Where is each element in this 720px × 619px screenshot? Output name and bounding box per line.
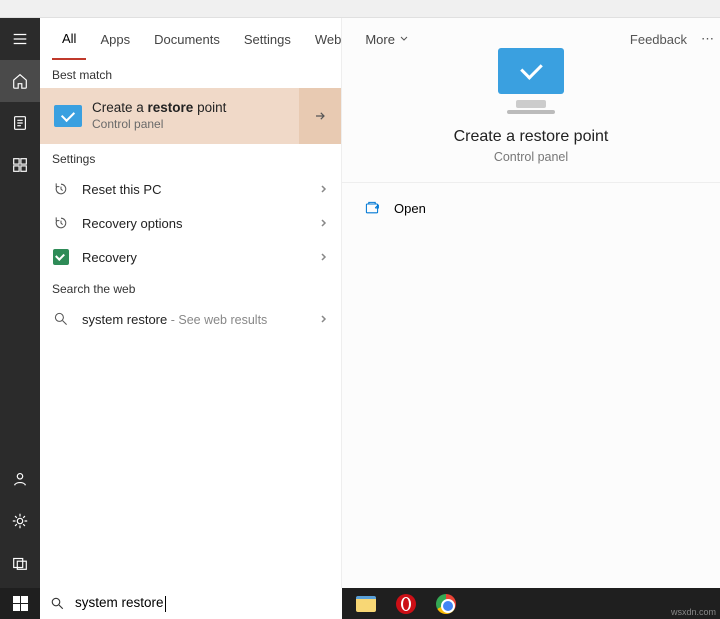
best-match-title: Create a restore point [92, 99, 299, 117]
preview-title: Create a restore point [362, 128, 700, 146]
settings-reset-pc[interactable]: Reset this PC [40, 172, 341, 206]
preview-column: Create a restore point Control panel Ope… [342, 18, 720, 588]
search-icon [50, 596, 65, 611]
opera-icon[interactable] [386, 588, 426, 619]
tab-documents[interactable]: Documents [144, 18, 230, 60]
chevron-right-icon [319, 216, 329, 231]
taskbar-search[interactable]: system restore [40, 588, 342, 619]
history-icon [52, 180, 70, 198]
best-match-result[interactable]: Create a restore point Control panel [40, 88, 341, 144]
section-search-web: Search the web [40, 274, 341, 302]
settings-recovery[interactable]: Recovery [40, 240, 341, 274]
web-search-result[interactable]: system restore - See web results [40, 302, 341, 336]
action-label: Open [394, 201, 426, 216]
rail-settings[interactable] [0, 500, 40, 542]
section-settings: Settings [40, 144, 341, 172]
filter-tabs: All Apps Documents Settings Web More Fee… [40, 18, 720, 60]
best-match-text: Create a restore point Control panel [92, 99, 299, 132]
more-options[interactable]: ⋯ [695, 31, 720, 47]
search-panel: All Apps Documents Settings Web More Fee… [40, 18, 720, 588]
monitor-base [507, 110, 555, 114]
settings-recovery-options[interactable]: Recovery options [40, 206, 341, 240]
web-result-label: system restore - See web results [82, 312, 307, 327]
best-match-subtitle: Control panel [92, 117, 299, 133]
search-input-text: system restore [75, 595, 332, 611]
chevron-right-icon [319, 312, 329, 327]
expand-arrow[interactable] [299, 88, 341, 144]
results-column: All Apps Documents Settings Web More Fee… [40, 18, 342, 588]
recovery-icon [52, 248, 70, 266]
chevron-right-icon [319, 250, 329, 265]
windows-logo-icon [13, 596, 28, 611]
action-open[interactable]: Open [342, 189, 720, 227]
preview-actions: Open [342, 183, 720, 233]
list-item-label: Recovery [82, 250, 307, 265]
text-cursor [165, 596, 166, 612]
hamburger-menu[interactable] [0, 18, 40, 60]
restore-point-icon [54, 105, 82, 127]
chrome-icon[interactable] [426, 588, 466, 619]
chevron-right-icon [319, 182, 329, 197]
list-item-label: Recovery options [82, 216, 307, 231]
tab-apps[interactable]: Apps [90, 18, 140, 60]
browser-fragment [0, 0, 720, 18]
search-icon [52, 310, 70, 328]
rail-power[interactable] [0, 542, 40, 584]
list-item-label: Reset this PC [82, 182, 307, 197]
rail-home[interactable] [0, 60, 40, 102]
open-icon [364, 200, 380, 216]
rail-recent[interactable] [0, 102, 40, 144]
taskbar: system restore [0, 588, 720, 619]
section-best-match: Best match [40, 60, 341, 88]
history-icon [52, 214, 70, 232]
tab-settings[interactable]: Settings [234, 18, 301, 60]
rail-apps[interactable] [0, 144, 40, 186]
chevron-down-icon [399, 34, 409, 44]
file-explorer-icon[interactable] [346, 588, 386, 619]
tab-all[interactable]: All [52, 18, 86, 60]
arrow-right-icon [312, 108, 328, 124]
tab-more-label: More [365, 32, 395, 47]
watermark: wsxdn.com [671, 607, 716, 617]
feedback-link[interactable]: Feedback [622, 32, 695, 47]
monitor-icon [498, 48, 564, 94]
start-rail [0, 18, 40, 588]
monitor-stand [516, 100, 546, 108]
preview-subtitle: Control panel [362, 150, 700, 164]
tab-more[interactable]: More [355, 18, 419, 60]
taskbar-pinned [346, 588, 466, 619]
start-button[interactable] [0, 588, 40, 619]
rail-account[interactable] [0, 458, 40, 500]
tab-web[interactable]: Web [305, 18, 352, 60]
